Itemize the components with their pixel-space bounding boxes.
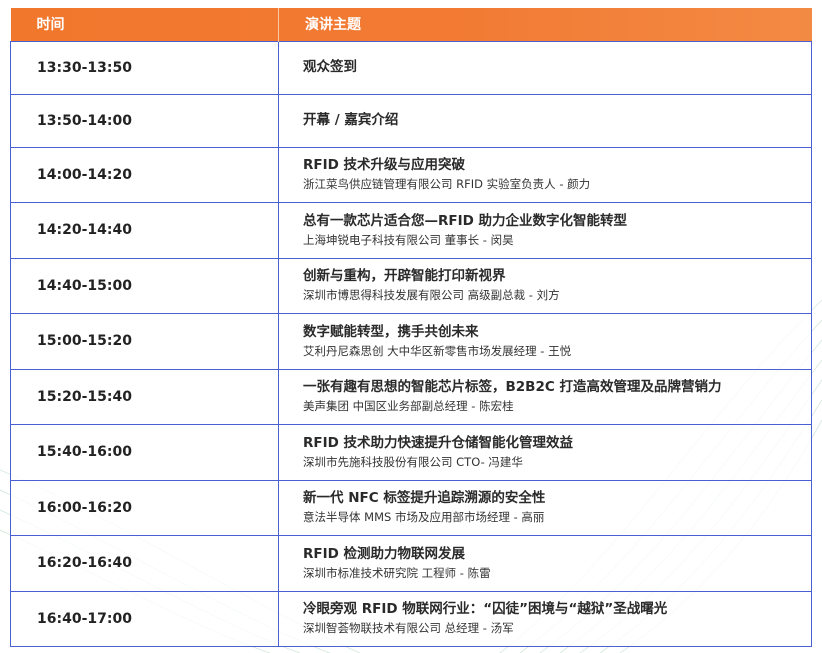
agenda-page: 时间 演讲主题 13:30-13:50 观众签到 13:50-14:00 开幕 / 嘉…	[0, 0, 822, 653]
session-time: 14:40-15:00	[10, 257, 279, 314]
session-time: 14:00-14:20	[10, 146, 279, 203]
header-time: 时间	[36, 17, 65, 34]
session-speaker: 深圳市标准技术研究院 工程师 - 陈雷	[303, 565, 491, 580]
session-time: 15:40-16:00	[10, 424, 279, 481]
session-speaker: 艾利丹尼森思创 大中华区新零售市场发展经理 - 王悦	[303, 343, 572, 358]
agenda-body: 13:30-13:50 观众签到 13:50-14:00 开幕 / 嘉宾介绍 14:00…	[10, 40, 812, 647]
session-topic: 总有一款芯片适合您—RFID 助力企业数字化智能转型 上海坤锐电子科技有限公司 董…	[278, 202, 812, 259]
session-title: RFID 技术助力快速提升仓储智能化管理效益	[303, 434, 574, 451]
table-row: 14:40-15:00 创新与重构，开辟智能打印新视界 深圳市博思得科技发展有限公司…	[10, 257, 812, 314]
table-row: 13:30-13:50 观众签到	[10, 40, 812, 95]
session-speaker: 意法半导体 MMS 市场及应用部市场经理 - 高丽	[303, 510, 545, 525]
session-speaker: 浙江菜鸟供应链管理有限公司 RFID 实验室负责人 - 颜力	[303, 177, 591, 192]
session-speaker: 上海坤锐电子科技有限公司 董事长 - 闵昊	[303, 232, 514, 247]
session-topic: RFID 技术助力快速提升仓储智能化管理效益 深圳市先施科技股份有限公司 CTO-…	[278, 424, 812, 481]
session-title: 新一代 NFC 标签提升追踪溯源的安全性	[303, 490, 546, 507]
session-speaker: 美声集团 中国区业务部副总经理 - 陈宏桂	[303, 399, 514, 414]
session-time: 13:50-14:00	[10, 93, 279, 148]
session-title: 数字赋能转型，携手共创未来	[303, 323, 479, 340]
table-row: 16:20-16:40 RFID 检测助力物联网发展 深圳市标准技术研究院 工程师 …	[10, 535, 812, 592]
session-title: 冷眼旁观 RFID 物联网行业：“囚徒”困境与“越狱”圣战曙光	[303, 601, 668, 618]
session-topic: 新一代 NFC 标签提升追踪溯源的安全性 意法半导体 MMS 市场及应用部市场经理…	[278, 479, 812, 536]
session-topic: 一张有趣有思想的智能芯片标签，B2B2C 打造高效管理及品牌营销力 美声集团 中国…	[278, 368, 812, 425]
session-title: 开幕 / 嘉宾介绍	[303, 112, 399, 128]
table-row: 16:40-17:00 冷眼旁观 RFID 物联网行业：“囚徒”困境与“越狱”圣战…	[10, 590, 812, 647]
session-speaker: 深圳市博思得科技发展有限公司 高级副总裁 - 刘方	[303, 288, 560, 303]
session-time: 14:20-14:40	[10, 202, 279, 259]
session-topic: 开幕 / 嘉宾介绍	[278, 93, 812, 148]
session-time: 15:00-15:20	[10, 313, 279, 370]
session-title: 观众签到	[303, 59, 357, 75]
session-title: 创新与重构，开辟智能打印新视界	[303, 268, 506, 285]
table-row: 16:00-16:20 新一代 NFC 标签提升追踪溯源的安全性 意法半导体 MMS…	[10, 479, 812, 536]
session-time: 16:00-16:20	[10, 479, 279, 536]
table-row: 14:00-14:20 RFID 技术升级与应用突破 浙江菜鸟供应链管理有限公司 R…	[10, 146, 812, 203]
table-row: 15:40-16:00 RFID 技术助力快速提升仓储智能化管理效益 深圳市先施科技…	[10, 424, 812, 481]
session-topic: 数字赋能转型，携手共创未来艾利丹尼森思创 大中华区新零售市场发展经理 - 王悦	[278, 313, 812, 370]
header-topic: 演讲主题	[278, 8, 812, 41]
session-speaker: 深圳智荟物联技术有限公司 总经理 - 汤军	[303, 621, 514, 636]
table-row: 14:20-14:40 总有一款芯片适合您—RFID 助力企业数字化智能转型 上海坤…	[10, 202, 812, 259]
session-topic: RFID 技术升级与应用突破浙江菜鸟供应链管理有限公司 RFID 实验室负责人 …	[278, 146, 812, 203]
session-title: RFID 技术升级与应用突破	[303, 157, 466, 174]
session-topic: 冷眼旁观 RFID 物联网行业：“囚徒”困境与“越狱”圣战曙光 深圳智荟物联技术有…	[278, 590, 812, 647]
table-row: 15:20-15:40 一张有趣有思想的智能芯片标签，B2B2C 打造高效管理及品…	[10, 368, 812, 425]
table-row: 13:50-14:00 开幕 / 嘉宾介绍	[10, 93, 812, 148]
table-header-row: 时间 演讲主题	[10, 8, 812, 41]
session-time: 16:20-16:40	[10, 535, 279, 592]
session-title: RFID 检测助力物联网发展	[303, 545, 466, 562]
table-row: 15:00-15:20 数字赋能转型，携手共创未来 艾利丹尼森思创 大中华区新零售市…	[10, 313, 812, 370]
session-topic: RFID 检测助力物联网发展深圳市标准技术研究院 工程师 - 陈雷	[278, 535, 812, 592]
session-title: 一张有趣有思想的智能芯片标签，B2B2C 打造高效管理及品牌营销力	[303, 379, 722, 396]
agenda-table: 时间 演讲主题 13:30-13:50 观众签到 13:50-14:00 开幕 / 嘉…	[10, 8, 812, 647]
session-title: 总有一款芯片适合您—RFID 助力企业数字化智能转型	[303, 212, 628, 229]
session-topic: 创新与重构，开辟智能打印新视界深圳市博思得科技发展有限公司 高级副总裁 - 刘方	[278, 257, 812, 314]
session-topic: 观众签到	[278, 40, 812, 95]
session-time: 13:30-13:50	[10, 40, 279, 95]
session-time: 16:40-17:00	[10, 590, 279, 647]
session-speaker: 深圳市先施科技股份有限公司 CTO- 冯建华	[303, 454, 523, 469]
session-time: 15:20-15:40	[10, 368, 279, 425]
